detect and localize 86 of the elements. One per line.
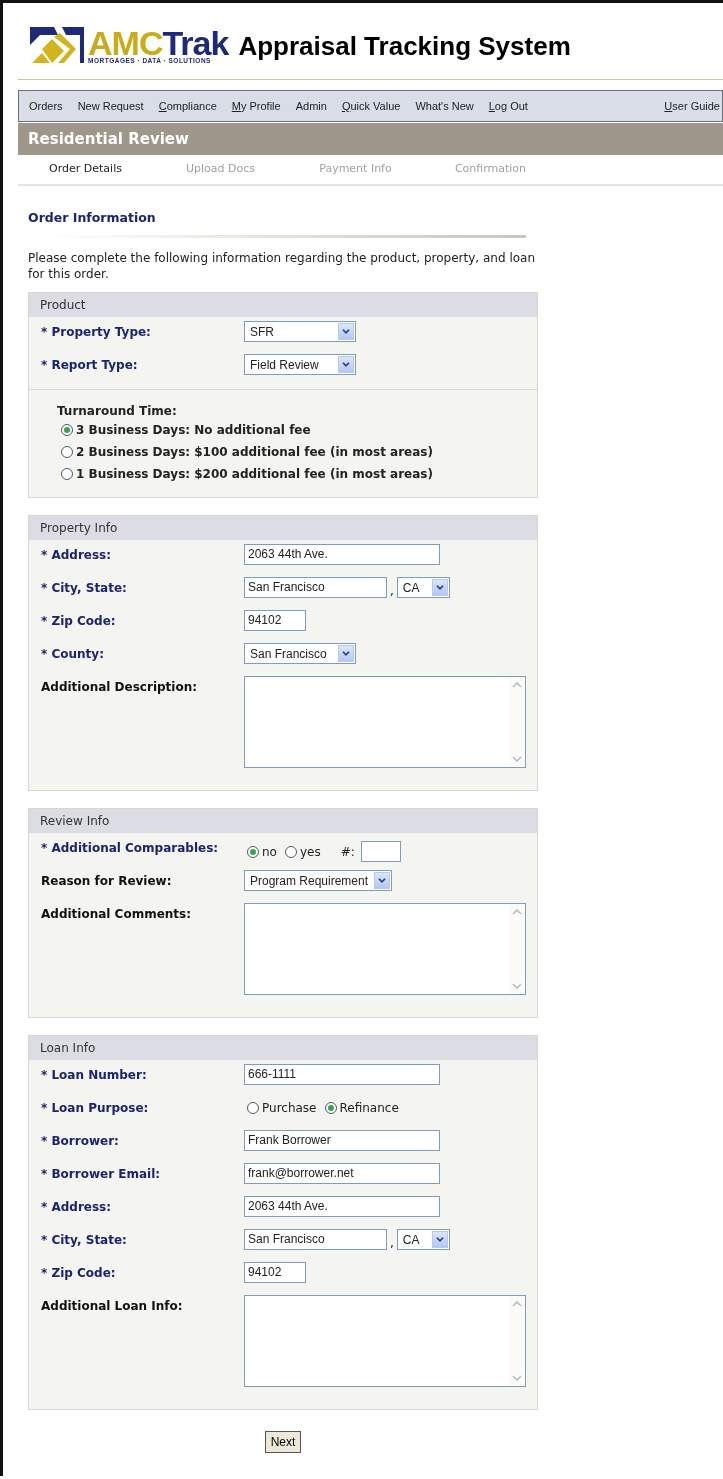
field-label: * Loan Purpose: <box>41 1100 150 1115</box>
text-area[interactable] <box>244 676 526 768</box>
dropdown[interactable]: Program Requirement <box>244 870 393 891</box>
input-field[interactable]: Frank Borrower <box>244 1130 440 1151</box>
field-label: * Additional Comparables: <box>41 840 220 855</box>
caret-icon <box>374 872 391 889</box>
menu-item[interactable]: Compliance <box>158 100 217 112</box>
field-label: * Borrower: <box>41 1133 120 1148</box>
menu-item[interactable]: New Request <box>77 100 144 112</box>
radio-label: 3 Business Days: No additional fee <box>76 423 311 437</box>
count-field[interactable] <box>360 841 401 862</box>
scroll-down-icon[interactable] <box>511 1373 523 1383</box>
input-field[interactable]: 666-1111 <box>244 1064 440 1085</box>
scroll-up-icon[interactable] <box>511 907 523 917</box>
separator: , <box>390 584 394 598</box>
radio-label: Refinance <box>339 1101 399 1115</box>
field-label: * Address: <box>41 547 113 562</box>
input-field[interactable]: 94102 <box>244 1262 306 1283</box>
radio-label: yes <box>299 844 321 859</box>
caret-icon <box>431 579 448 596</box>
page-title: Residential Review <box>18 123 723 155</box>
caret-icon <box>338 356 354 373</box>
radio-label: Purchase <box>262 1101 317 1115</box>
field-label: * Address: <box>41 1199 113 1214</box>
scroll-up-icon[interactable] <box>511 1299 523 1309</box>
scroll-up-icon[interactable] <box>511 680 523 690</box>
scroll-down-icon[interactable] <box>511 754 523 764</box>
text-area[interactable] <box>244 1295 526 1387</box>
subpanel-title: Turnaround Time: <box>57 404 178 418</box>
dropdown[interactable]: CA <box>396 577 450 598</box>
radio-label: no <box>262 844 277 859</box>
menu-item[interactable]: Log Out <box>488 100 528 112</box>
section-heading: Order Information <box>28 210 157 225</box>
panel-header: Property Info <box>29 516 537 540</box>
dropdown[interactable]: CA <box>396 1229 450 1250</box>
caret-icon <box>338 645 354 662</box>
field-label: * County: <box>41 646 105 661</box>
menu-item[interactable]: User Guide <box>664 100 720 112</box>
radio-button[interactable] <box>61 424 73 436</box>
intro-text: Please complete the following information regarding the product, property, and loan for this order. <box>28 250 536 282</box>
text-area[interactable] <box>244 903 526 995</box>
field-label: * City, State: <box>41 580 128 595</box>
radio-button[interactable] <box>61 468 73 480</box>
menu-item[interactable]: Orders <box>29 100 63 112</box>
caret-icon <box>338 323 354 340</box>
dropdown[interactable]: Field Review <box>244 354 356 375</box>
radio-button[interactable] <box>247 845 259 858</box>
field-label: * Loan Number: <box>41 1067 148 1082</box>
radio-button[interactable] <box>324 1102 337 1114</box>
input-field[interactable]: 2063 44th Ave. <box>244 1196 440 1217</box>
panel-header: Product <box>29 293 537 317</box>
dropdown[interactable]: San Francisco <box>244 643 356 664</box>
field-label: Additional Loan Info: <box>41 1298 184 1313</box>
input-field[interactable]: San Francisco <box>244 577 387 598</box>
scroll-down-icon[interactable] <box>511 981 523 991</box>
radio-label: 2 Business Days: $100 additional fee (in most areas) <box>76 445 433 459</box>
menu-item[interactable]: What's New <box>415 100 474 112</box>
field-label: * Property Type: <box>41 324 152 339</box>
field-label: Reason for Review: <box>41 873 173 888</box>
input-field[interactable]: San Francisco <box>244 1229 387 1250</box>
field-label: * Zip Code: <box>41 613 117 628</box>
logo-text: AMCTrak <box>88 27 229 58</box>
menu-item[interactable]: Quick Value <box>341 100 401 112</box>
radio-label: 1 Business Days: $200 additional fee (in most areas) <box>76 467 433 481</box>
menu-item[interactable]: My Profile <box>231 100 281 112</box>
panel-header: Review Info <box>29 809 537 833</box>
field-label: * City, State: <box>41 1232 128 1247</box>
input-field[interactable]: frank@borrower.net <box>244 1163 440 1184</box>
input-field[interactable]: 94102 <box>244 610 306 631</box>
separator: , <box>390 1236 394 1250</box>
field-label: * Borrower Email: <box>41 1166 162 1181</box>
count-label: #: <box>340 844 355 859</box>
field-label: * Zip Code: <box>41 1265 117 1280</box>
app-title: Appraisal Tracking System <box>238 30 571 62</box>
field-label: * Report Type: <box>41 357 139 372</box>
field-label: Additional Description: <box>41 679 199 694</box>
next-button[interactable]: Next <box>264 1431 302 1453</box>
radio-button[interactable] <box>247 1102 259 1114</box>
input-field[interactable]: 2063 44th Ave. <box>244 544 440 565</box>
caret-icon <box>431 1231 448 1248</box>
field-label: Additional Comments: <box>41 906 193 921</box>
radio-button[interactable] <box>61 446 73 458</box>
radio-button[interactable] <box>284 845 297 858</box>
menu-item[interactable]: Admin <box>295 100 327 112</box>
panel-header: Loan Info <box>29 1036 537 1060</box>
dropdown[interactable]: SFR <box>244 321 356 342</box>
